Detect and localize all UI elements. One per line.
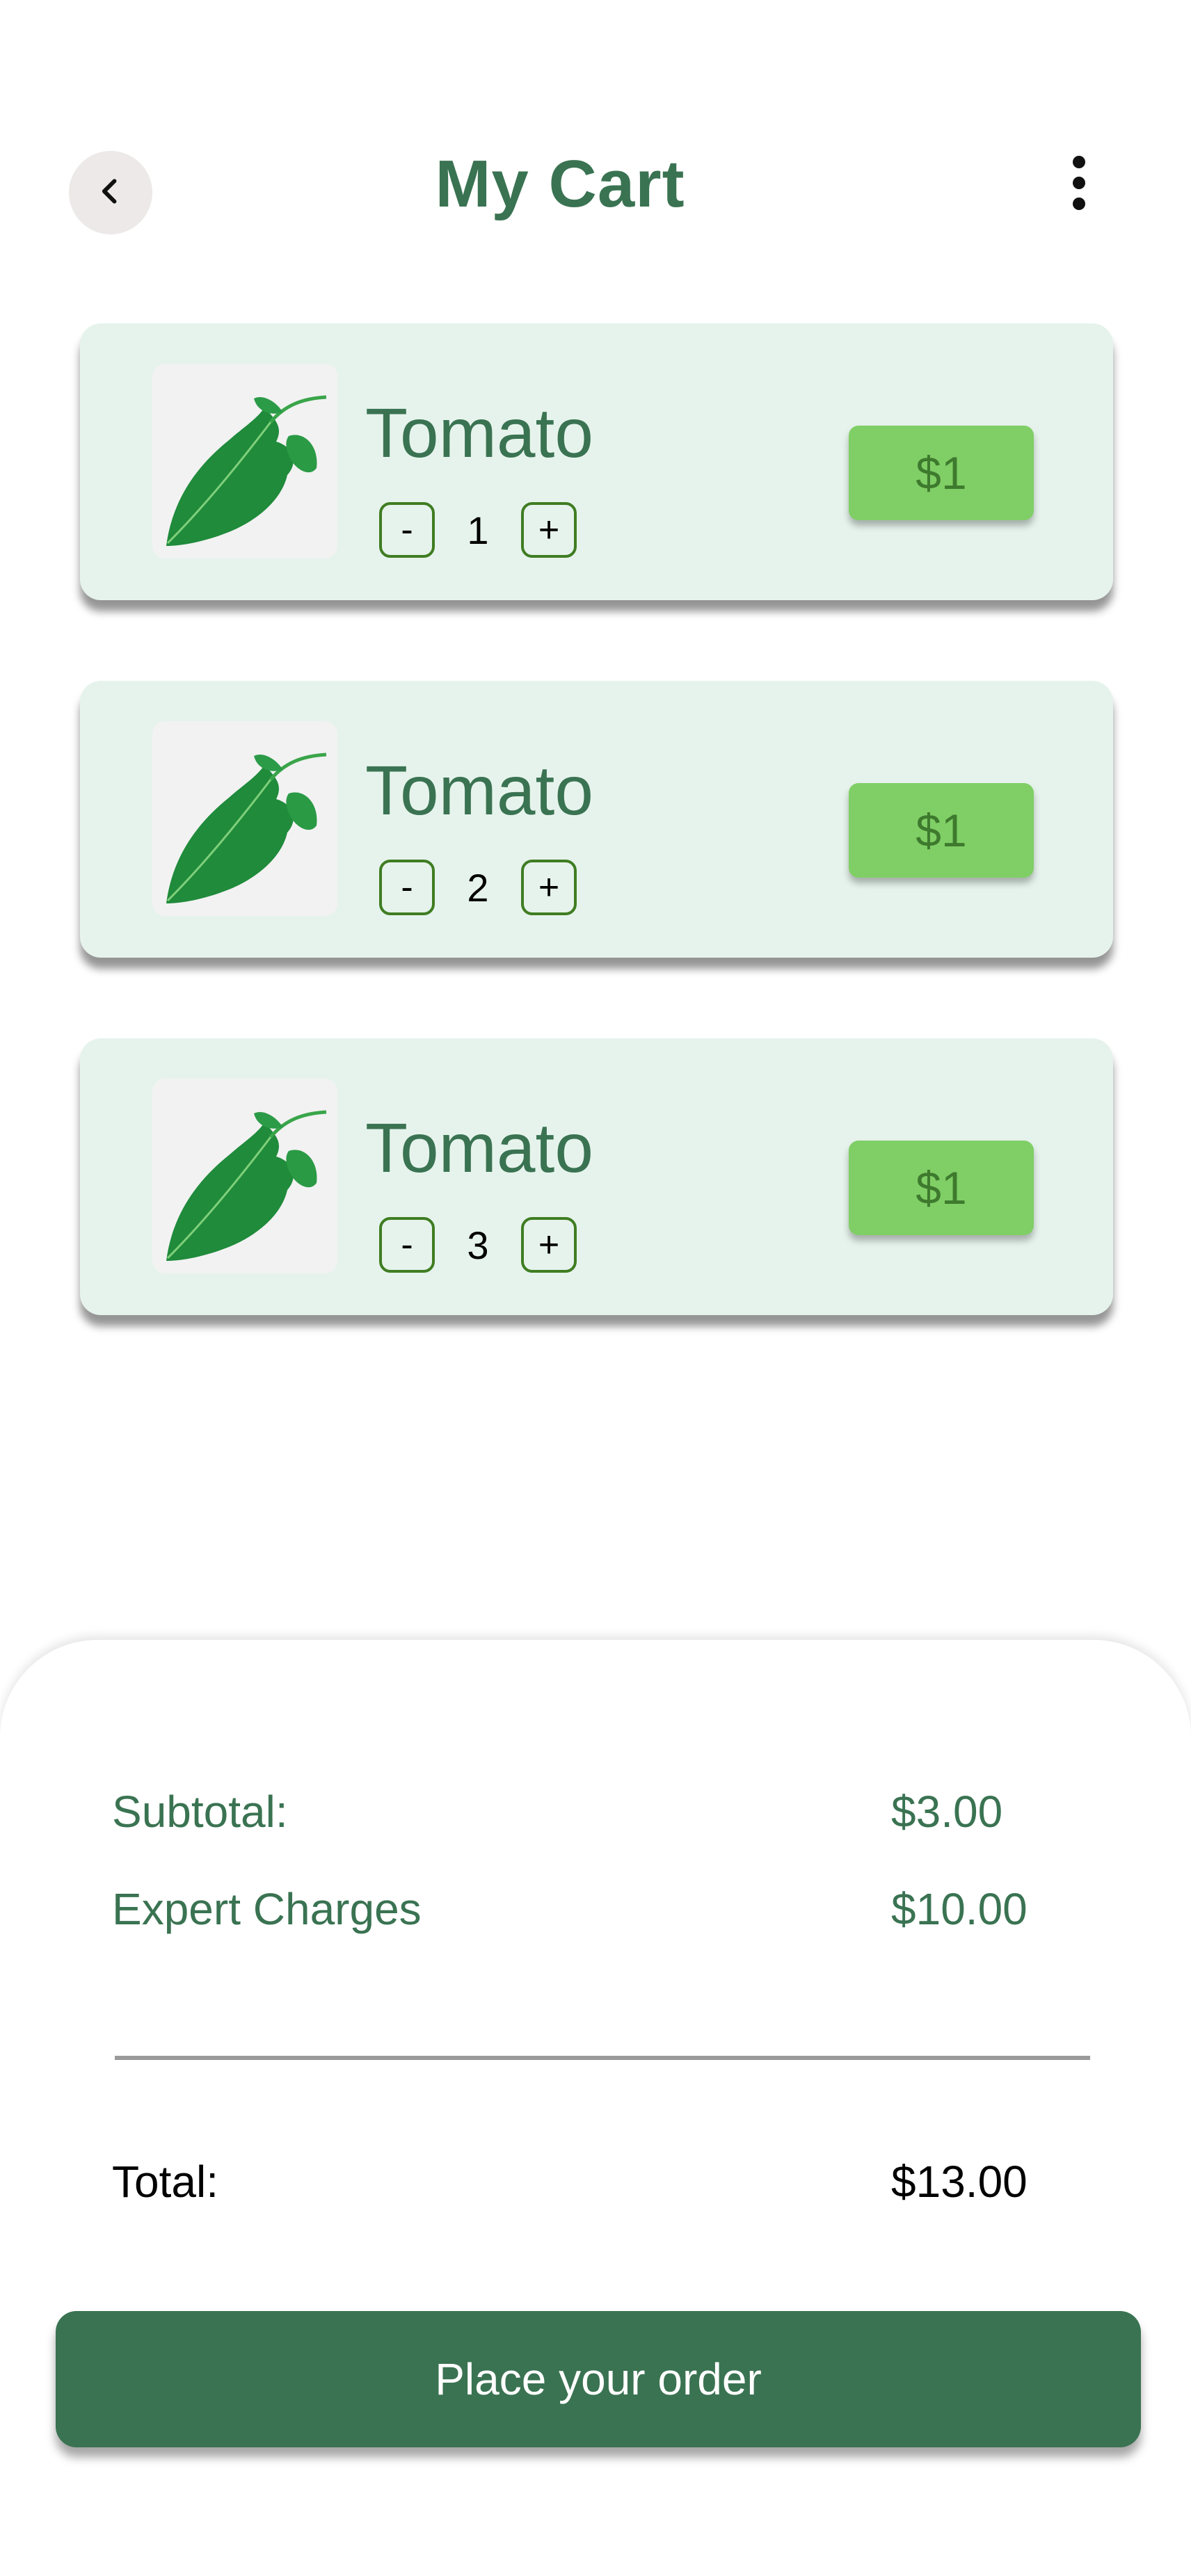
cart-item: Tomato - 3 + $1 <box>80 1038 1113 1315</box>
total-value: $13.00 <box>891 2157 1028 2207</box>
product-image <box>152 721 337 916</box>
total-label: Total: <box>112 2157 218 2207</box>
summary-divider <box>115 2056 1090 2060</box>
more-vertical-icon <box>1071 155 1087 214</box>
cart-list: Tomato - 1 + $1 Tomato - 2 + $1 Tomato -… <box>80 323 1113 1396</box>
product-image <box>152 1079 337 1273</box>
quantity-stepper: - 1 + <box>379 502 577 558</box>
place-order-button[interactable]: Place your order <box>56 2311 1141 2447</box>
quantity-stepper: - 3 + <box>379 1217 577 1273</box>
increment-button[interactable]: + <box>521 1217 577 1273</box>
expert-charges-label: Expert Charges <box>112 1884 422 1934</box>
price-badge[interactable]: $1 <box>849 1141 1034 1235</box>
item-name: Tomato <box>365 1109 593 1187</box>
decrement-button[interactable]: - <box>379 1217 435 1273</box>
total-row: Total: $13.00 <box>112 2156 1044 2207</box>
increment-button[interactable]: + <box>521 502 577 558</box>
quantity-value: 2 <box>467 865 489 910</box>
order-summary-panel: Subtotal: $3.00 Expert Charges $10.00 To… <box>0 1640 1191 2576</box>
price-badge[interactable]: $1 <box>849 426 1034 520</box>
quantity-value: 1 <box>467 508 489 552</box>
decrement-button[interactable]: - <box>379 860 435 915</box>
decrement-button[interactable]: - <box>379 502 435 558</box>
expert-charges-row: Expert Charges $10.00 <box>112 1883 1044 1935</box>
cart-item: Tomato - 1 + $1 <box>80 323 1113 600</box>
cart-item: Tomato - 2 + $1 <box>80 681 1113 958</box>
quantity-stepper: - 2 + <box>379 860 577 915</box>
subtotal-value: $3.00 <box>891 1787 1003 1837</box>
subtotal-label: Subtotal: <box>112 1787 288 1837</box>
subtotal-row: Subtotal: $3.00 <box>112 1786 1044 1837</box>
item-name: Tomato <box>365 394 593 472</box>
page-title: My Cart <box>435 147 685 221</box>
product-image <box>152 364 337 558</box>
increment-button[interactable]: + <box>521 860 577 915</box>
expert-charges-value: $10.00 <box>891 1884 1028 1934</box>
price-badge[interactable]: $1 <box>849 783 1034 878</box>
quantity-value: 3 <box>467 1223 489 1267</box>
item-name: Tomato <box>365 752 593 830</box>
more-options-button[interactable] <box>1057 153 1101 216</box>
